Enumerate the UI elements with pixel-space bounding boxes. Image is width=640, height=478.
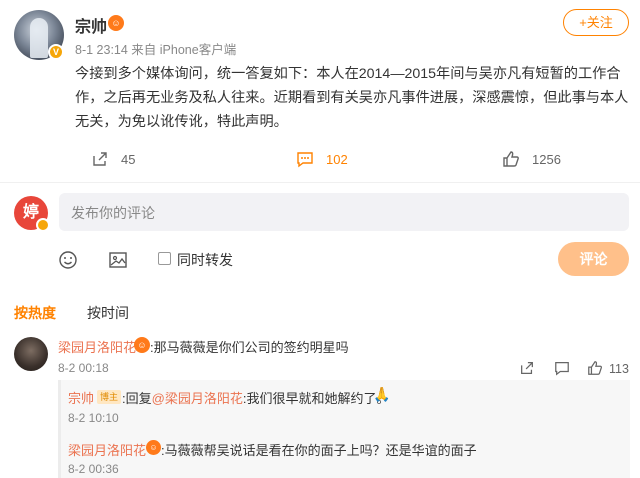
follow-button[interactable]: +关注: [563, 9, 629, 36]
like-icon[interactable]: [587, 360, 603, 381]
member-emoji-icon: ☺: [108, 15, 124, 31]
like-button[interactable]: 1256: [502, 150, 561, 168]
verified-badge-icon: [36, 218, 50, 232]
divider: [0, 182, 640, 183]
divider: [58, 380, 61, 478]
share-count: 45: [121, 151, 136, 167]
reply-text: :回复@梁园月洛阳花:我们很早就和她解约了。: [122, 391, 390, 406]
reply-time: 8-2 10:10: [68, 411, 119, 425]
share-button[interactable]: 45: [91, 150, 135, 168]
post-meta: 8-1 23:14 来自 iPhone客户端: [75, 43, 237, 57]
mention-link[interactable]: @梁园月洛阳花: [152, 391, 243, 406]
comment-icon: [297, 152, 313, 168]
comment-count: 102: [326, 151, 348, 167]
pray-emoji-icon: 🙏: [373, 386, 391, 402]
repost-checkbox[interactable]: [158, 252, 171, 265]
emoji-icon[interactable]: [58, 250, 78, 275]
share-icon: [93, 152, 107, 166]
image-icon[interactable]: [108, 250, 128, 275]
repost-label[interactable]: 同时转发: [177, 250, 233, 270]
author-name[interactable]: 宗帅: [75, 13, 107, 37]
reply-time: 8-2 00:36: [68, 462, 119, 476]
post-body: 今接到多个媒体询问，统一答复如下：本人在2014—2015年间与吴亦凡有短暂的工…: [75, 66, 629, 130]
comment-like-count: 113: [609, 362, 629, 376]
comment-time: 8-2 00:18: [58, 361, 109, 375]
reply-icon[interactable]: [554, 360, 570, 381]
tab-sort-time[interactable]: 按时间: [87, 303, 129, 323]
comment-text: :那马薇薇是你们公司的签约明星吗: [150, 340, 349, 355]
submit-comment-button[interactable]: 评论: [558, 242, 629, 276]
reply-text: :马薇薇帮吴说话是看在你的面子上吗？还是华谊的面子: [161, 443, 477, 458]
comment-button[interactable]: 102: [296, 150, 348, 168]
author-tag-badge: 博主: [97, 390, 122, 404]
like-icon: [503, 151, 519, 167]
comment-input[interactable]: 发布你的评论: [59, 193, 629, 231]
reply-author[interactable]: 宗帅: [68, 388, 94, 407]
member-emoji-icon: ☺: [134, 337, 150, 353]
tab-sort-hot[interactable]: 按热度: [14, 303, 56, 323]
commenter-avatar[interactable]: [14, 337, 48, 371]
like-count: 1256: [532, 151, 561, 167]
reply-author[interactable]: 梁园月洛阳花: [68, 440, 146, 459]
member-emoji-icon: ☺: [146, 440, 161, 455]
share-icon[interactable]: [519, 360, 535, 381]
commenter-name[interactable]: 梁园月洛阳花: [58, 337, 136, 356]
verified-badge-icon: V: [48, 44, 64, 60]
